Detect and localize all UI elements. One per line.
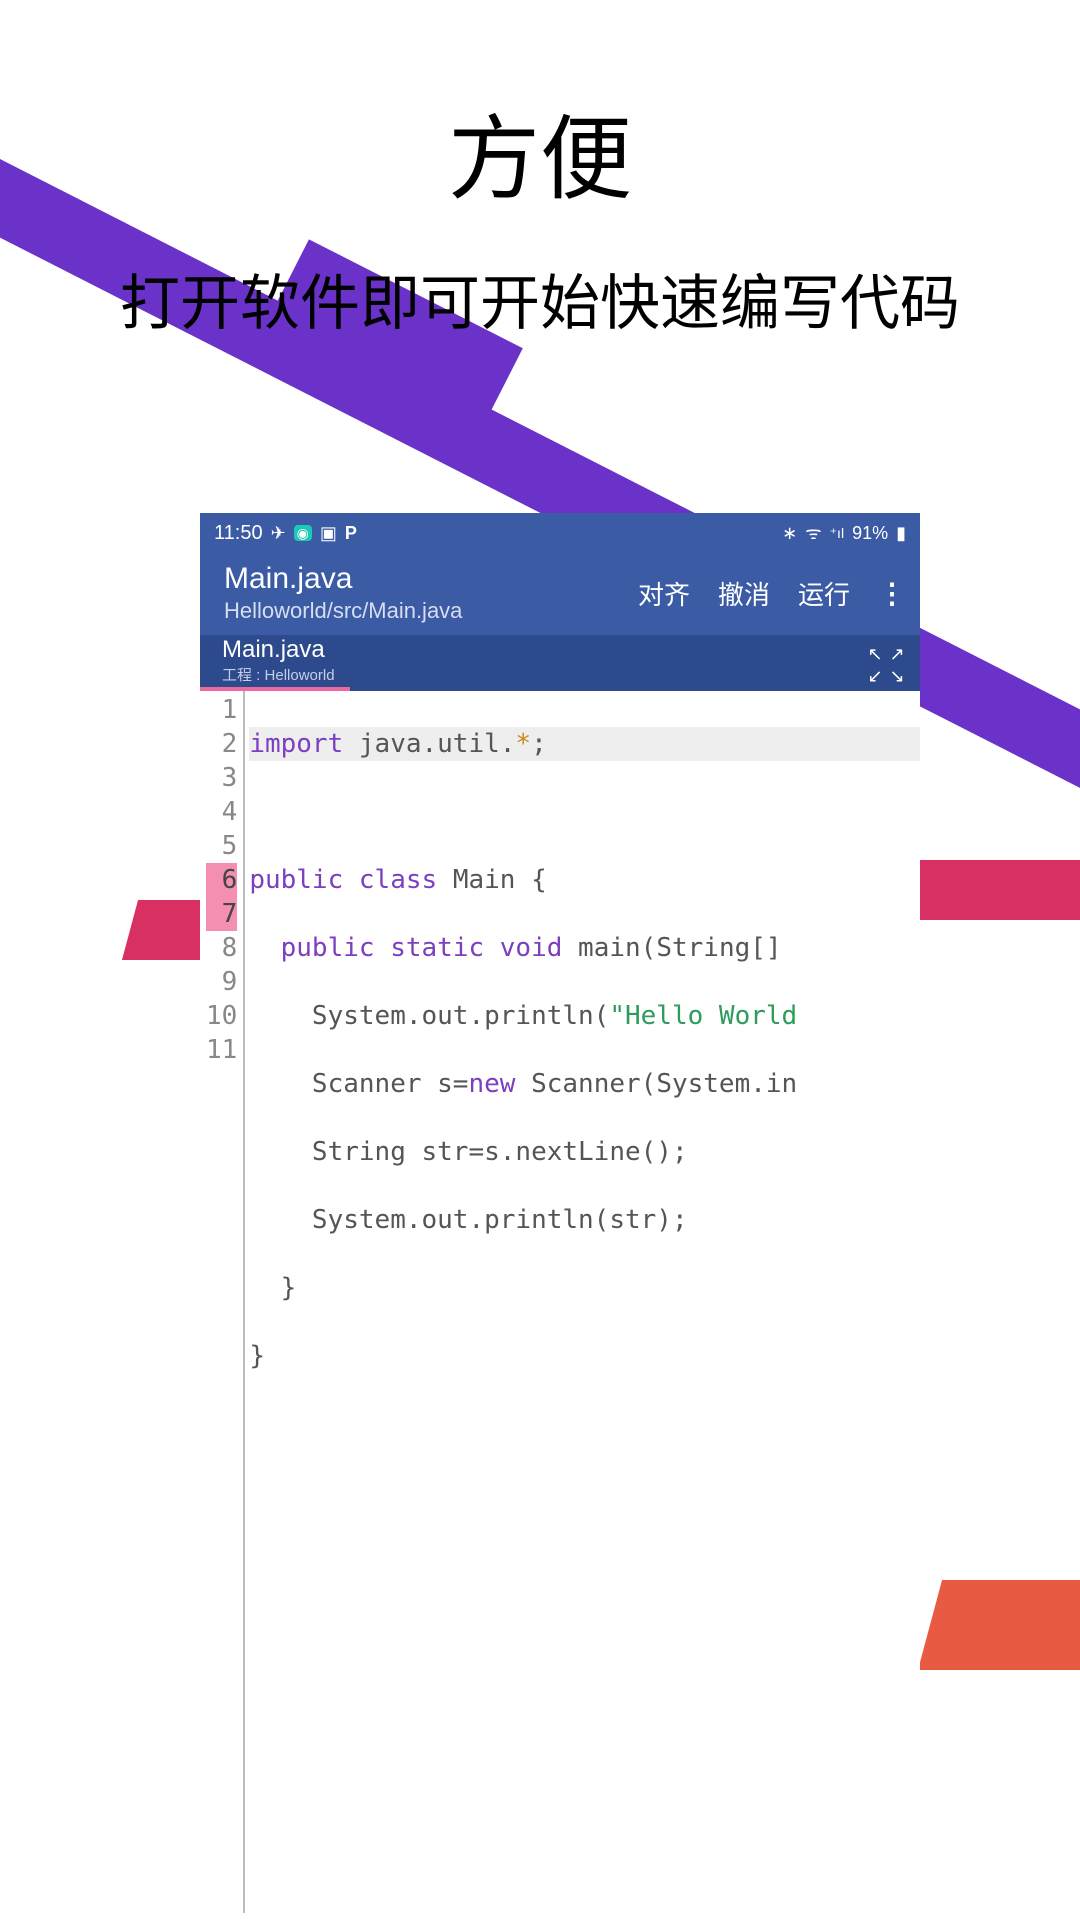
decor-stripe-red-right bbox=[902, 860, 1080, 920]
line-number: 10 bbox=[206, 999, 237, 1033]
code-line: import java.util.*; bbox=[249, 727, 920, 761]
bluetooth-icon: ∗ bbox=[782, 524, 797, 542]
battery-icon: ▮ bbox=[896, 524, 906, 542]
line-number: 3 bbox=[206, 761, 237, 795]
align-button[interactable]: 对齐 bbox=[638, 575, 690, 612]
tab-active-indicator bbox=[200, 687, 350, 691]
stop-icon: ▣ bbox=[320, 524, 337, 542]
fullscreen-icon[interactable]: ↖↗↙↘ bbox=[866, 645, 906, 681]
battery-percent: 91% bbox=[852, 523, 888, 544]
status-time: 11:50 bbox=[214, 522, 263, 545]
code-line bbox=[249, 795, 920, 829]
code-line bbox=[249, 1407, 920, 1441]
send-icon: ✈ bbox=[271, 524, 286, 542]
code-line: Scanner s=new Scanner(System.in bbox=[249, 1067, 920, 1101]
line-number: 6 bbox=[206, 863, 237, 897]
code-line: } bbox=[249, 1339, 920, 1373]
code-line: } bbox=[249, 1271, 920, 1305]
tab-file-name: Main.java bbox=[222, 637, 335, 663]
code-line: public static void main(String[] bbox=[249, 931, 920, 965]
tab-main-java[interactable]: Main.java 工程 : Helloworld bbox=[214, 635, 343, 691]
status-bar: 11:50 ✈ ◉ ▣ P ∗ ᯤ ⁺ıl 91% ▮ bbox=[200, 513, 920, 553]
line-number: 4 bbox=[206, 795, 237, 829]
tab-bar: Main.java 工程 : Helloworld ↖↗↙↘ bbox=[200, 635, 920, 691]
line-number-gutter: 1 2 3 4 5 6 7 8 9 10 11 bbox=[200, 691, 245, 1913]
line-number: 9 bbox=[206, 965, 237, 999]
run-button[interactable]: 运行 bbox=[798, 575, 850, 612]
tab-project-label: 工程 : Helloworld bbox=[222, 664, 335, 685]
line-number: 8 bbox=[206, 931, 237, 965]
code-line: System.out.println(str); bbox=[249, 1203, 920, 1237]
code-line: System.out.println("Hello World bbox=[249, 999, 920, 1033]
p-icon: P bbox=[345, 524, 357, 542]
camera-icon: ◉ bbox=[294, 525, 312, 541]
line-number: 7 bbox=[206, 897, 237, 931]
app-bar: Main.java Helloworld/src/Main.java 对齐 撤消… bbox=[200, 553, 920, 635]
decor-stripe-orange bbox=[918, 1580, 1080, 1670]
promo-subtitle: 打开软件即可开始快速编写代码 bbox=[0, 255, 1080, 342]
undo-button[interactable]: 撤消 bbox=[718, 575, 770, 612]
code-line: String str=s.nextLine(); bbox=[249, 1135, 920, 1169]
line-number: 1 bbox=[206, 693, 237, 727]
wifi-icon: ᯤ bbox=[805, 524, 821, 542]
appbar-path: Helloworld/src/Main.java bbox=[224, 598, 462, 624]
more-menu-icon[interactable]: ⋮ bbox=[878, 577, 906, 610]
promo-title: 方便 bbox=[0, 85, 1080, 218]
line-number: 11 bbox=[206, 1033, 237, 1067]
appbar-title: Main.java bbox=[224, 562, 462, 596]
code-line: public class Main { bbox=[249, 863, 920, 897]
code-area[interactable]: import java.util.*; public class Main { … bbox=[245, 691, 920, 1913]
line-number: 5 bbox=[206, 829, 237, 863]
line-number: 2 bbox=[206, 727, 237, 761]
signal-icon: ⁺ıl bbox=[830, 526, 844, 540]
phone-screenshot: 11:50 ✈ ◉ ▣ P ∗ ᯤ ⁺ıl 91% ▮ Main.java He… bbox=[200, 513, 920, 1913]
code-editor[interactable]: 1 2 3 4 5 6 7 8 9 10 11 import java.util… bbox=[200, 691, 920, 1913]
